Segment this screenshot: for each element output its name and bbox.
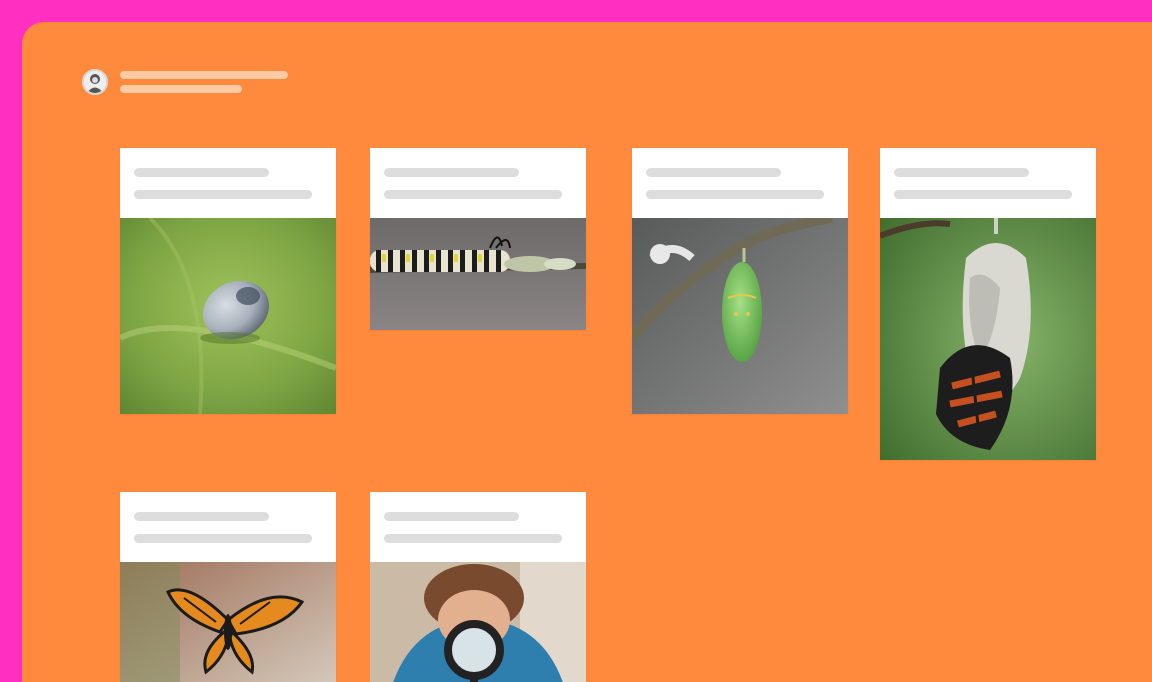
user-avatar-icon[interactable] bbox=[82, 69, 108, 95]
board-canvas bbox=[22, 22, 1152, 682]
post-title-placeholder bbox=[646, 168, 781, 177]
post-title-placeholder bbox=[384, 168, 519, 177]
post-title-placeholder bbox=[134, 512, 269, 521]
caterpillar-image bbox=[370, 218, 586, 330]
post-subtitle-placeholder bbox=[384, 534, 562, 543]
post-subtitle-placeholder bbox=[646, 190, 824, 199]
post-card[interactable] bbox=[370, 492, 586, 682]
post-card[interactable] bbox=[370, 148, 586, 330]
post-card-header bbox=[370, 148, 586, 218]
post-card-header bbox=[120, 492, 336, 562]
post-card-header bbox=[880, 148, 1096, 218]
butterfly-emerging-image bbox=[880, 218, 1096, 460]
post-subtitle-placeholder bbox=[894, 190, 1072, 199]
green-chrysalis-image bbox=[632, 218, 848, 414]
board-header bbox=[82, 67, 322, 103]
monarch-butterfly-image bbox=[120, 562, 336, 682]
post-subtitle-placeholder bbox=[134, 534, 312, 543]
timestamp-placeholder bbox=[120, 85, 242, 93]
post-subtitle-placeholder bbox=[384, 190, 562, 199]
post-card[interactable] bbox=[120, 492, 336, 682]
post-title-placeholder bbox=[134, 168, 269, 177]
child-magnifying-glass-image bbox=[370, 562, 586, 682]
butterfly-egg-image bbox=[120, 218, 336, 414]
post-card-header bbox=[632, 148, 848, 218]
post-card-header bbox=[120, 148, 336, 218]
post-card[interactable] bbox=[632, 148, 848, 414]
post-card-header bbox=[370, 492, 586, 562]
author-name-placeholder bbox=[120, 71, 288, 79]
post-card[interactable] bbox=[120, 148, 336, 414]
post-title-placeholder bbox=[384, 512, 519, 521]
post-card[interactable] bbox=[880, 148, 1096, 460]
post-title-placeholder bbox=[894, 168, 1029, 177]
post-subtitle-placeholder bbox=[134, 190, 312, 199]
